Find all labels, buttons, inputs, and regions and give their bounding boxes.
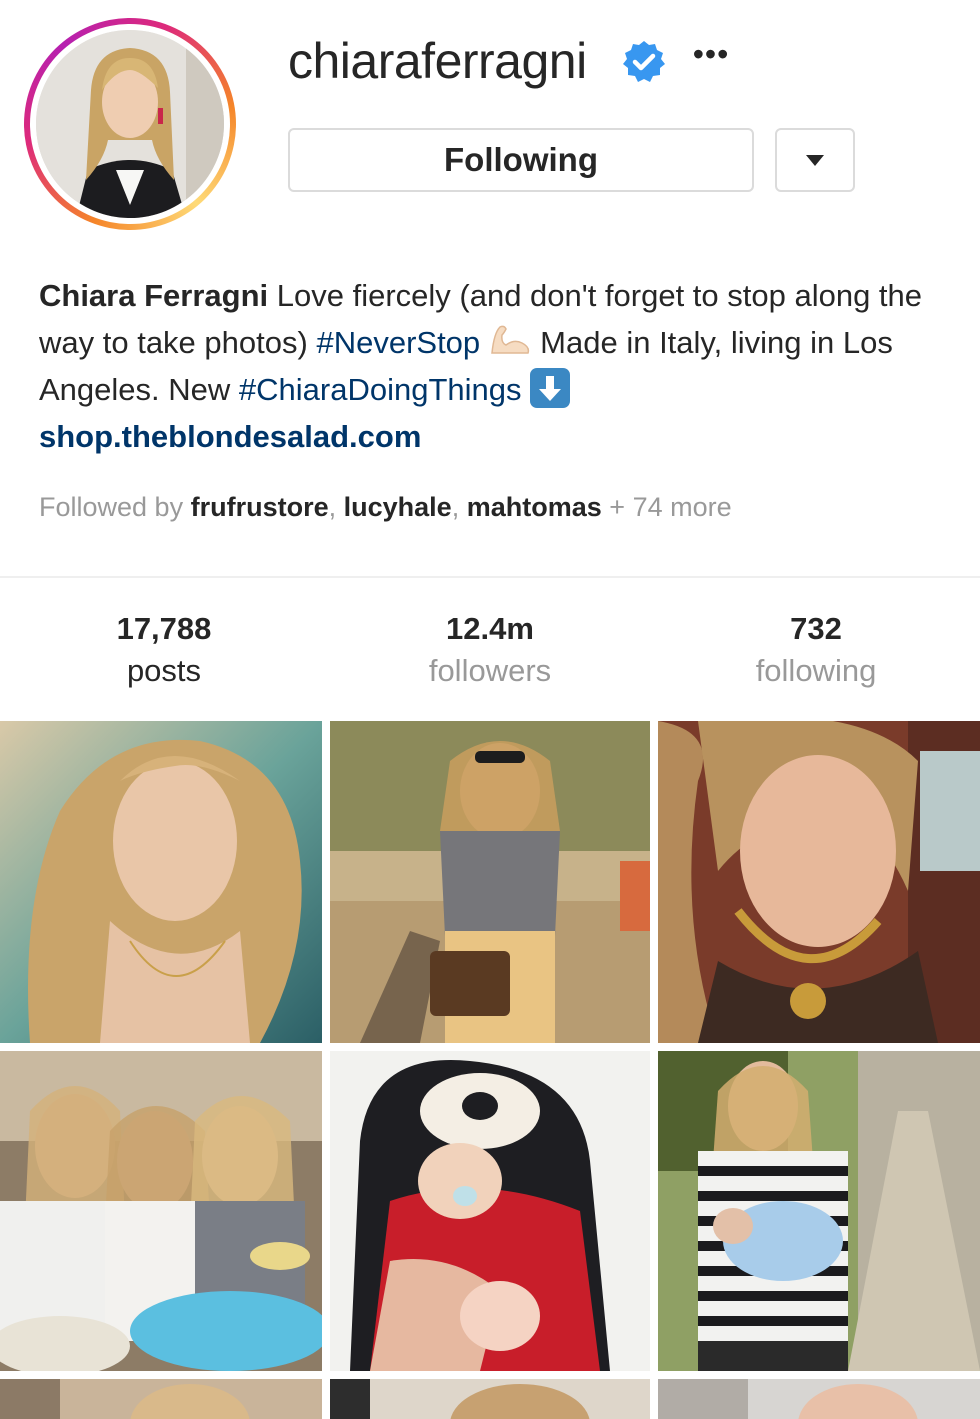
post-thumbnail[interactable] (0, 1051, 322, 1371)
following-label: following (755, 653, 877, 688)
following-count: 732 (790, 611, 842, 646)
posts-count: 17,788 (116, 611, 212, 646)
profile-username: chiaraferragni (288, 33, 587, 89)
website-link[interactable]: shop.theblondesalad.com (39, 419, 421, 454)
hashtag-neverstop[interactable]: #NeverStop (316, 325, 480, 360)
post-thumbnail[interactable] (330, 1051, 650, 1371)
following-button-label: Following (444, 141, 598, 178)
followers-count: 12.4m (446, 611, 534, 646)
chevron-down-icon (806, 154, 824, 166)
followed-by-user[interactable]: mahtomas (467, 492, 602, 522)
post-thumbnail[interactable] (0, 1379, 322, 1419)
followers-label: followers (428, 653, 552, 688)
flexed-biceps-emoji (488, 323, 532, 357)
stat-followers[interactable]: 12.4m followers (390, 608, 590, 692)
stat-following[interactable]: 732 following (716, 608, 916, 692)
divider (0, 576, 980, 578)
verified-badge-icon (620, 38, 668, 86)
followed-by-prefix: Followed by (39, 492, 184, 522)
hashtag-chiaradoingthings[interactable]: #ChiaraDoingThings (239, 372, 522, 407)
more-options-icon[interactable]: ••• (688, 38, 734, 80)
post-thumbnail[interactable] (658, 1379, 980, 1419)
following-button[interactable]: Following (288, 128, 754, 192)
followed-by-line[interactable]: Followed by frufrustore, lucyhale, mahto… (39, 492, 732, 523)
avatar-image (36, 30, 224, 218)
post-thumbnail[interactable] (330, 721, 650, 1043)
posts-label: posts (126, 653, 202, 688)
post-thumbnail[interactable] (658, 721, 980, 1043)
profile-avatar[interactable] (24, 18, 236, 230)
suggestions-dropdown-button[interactable] (775, 128, 855, 192)
profile-full-name: Chiara Ferragni (39, 278, 269, 313)
down-arrow-emoji (529, 368, 570, 408)
followed-by-more[interactable]: + 74 more (609, 492, 731, 522)
profile-bio: Chiara Ferragni Love fiercely (and don't… (39, 272, 939, 460)
post-thumbnail[interactable] (0, 721, 322, 1043)
followed-by-user[interactable]: lucyhale (344, 492, 452, 522)
stat-posts[interactable]: 17,788 posts (64, 608, 264, 692)
followed-by-user[interactable]: frufrustore (191, 492, 329, 522)
post-thumbnail[interactable] (658, 1051, 980, 1371)
post-thumbnail[interactable] (330, 1379, 650, 1419)
